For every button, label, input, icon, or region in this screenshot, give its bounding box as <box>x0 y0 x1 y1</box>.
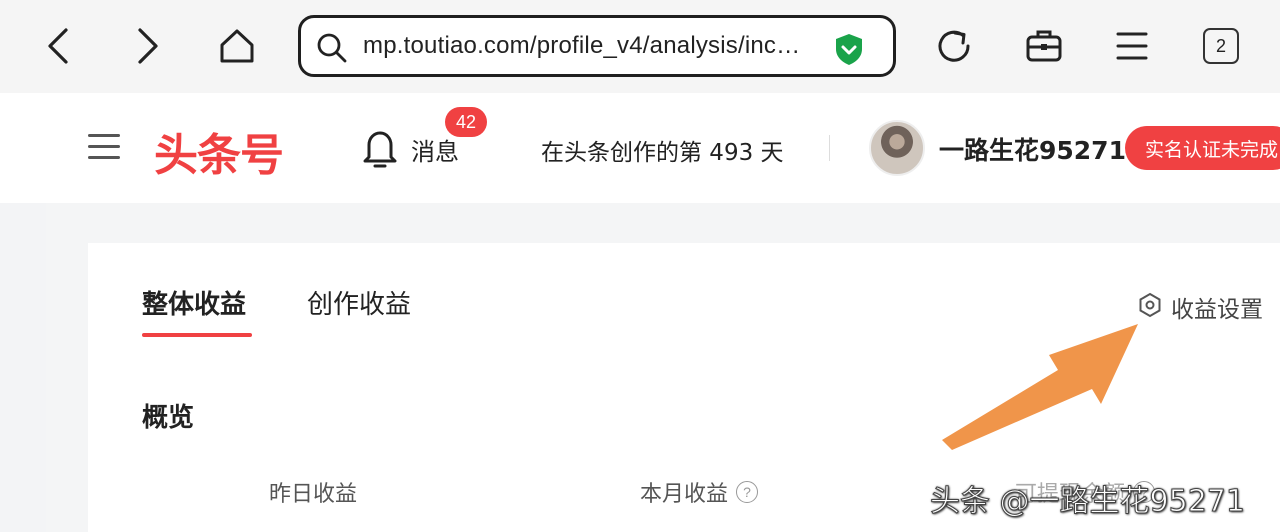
forward-icon[interactable] <box>124 22 172 70</box>
income-settings-button[interactable]: 收益设置 <box>1137 290 1263 324</box>
back-icon[interactable] <box>34 22 82 70</box>
tabs-icon[interactable]: 2 <box>1203 28 1239 64</box>
metric-label: 本月收益 <box>640 482 729 507</box>
url-text[interactable]: mp.toutiao.com/profile_v4/analysis/inc… <box>363 32 800 60</box>
bell-icon[interactable] <box>361 127 399 173</box>
verification-label: 实名认证未完成 <box>1145 138 1279 161</box>
logo[interactable]: 头条号 <box>154 119 284 183</box>
help-icon[interactable]: ? <box>736 481 759 503</box>
tab-creation-income[interactable]: 创作收益 <box>307 284 411 321</box>
tab-count: 2 <box>1215 35 1226 56</box>
menu-icon[interactable] <box>1108 22 1156 70</box>
metric-label: 昨日收益 <box>269 482 358 507</box>
home-icon[interactable] <box>213 22 261 70</box>
hamburger-menu-icon[interactable] <box>88 133 122 161</box>
avatar[interactable] <box>869 120 925 176</box>
verification-button[interactable]: 实名认证未完成 <box>1125 126 1280 170</box>
secure-shield-icon[interactable] <box>834 32 864 70</box>
active-tab-indicator <box>142 333 252 337</box>
notification-badge: 42 <box>445 107 487 137</box>
messages-label[interactable]: 消息 <box>411 132 459 167</box>
overview-title: 概览 <box>142 403 195 433</box>
tab-overall-income[interactable]: 整体收益 <box>142 284 246 321</box>
creation-days-text: 在头条创作的第 493 天 <box>541 140 784 166</box>
address-bar[interactable]: mp.toutiao.com/profile_v4/analysis/inc… <box>298 15 896 77</box>
reload-icon[interactable] <box>930 22 978 70</box>
toolbox-icon[interactable] <box>1020 22 1068 70</box>
annotation-arrow-icon <box>942 324 1138 450</box>
metric-yesterday: 昨日收益 <box>269 476 357 508</box>
search-icon <box>315 31 349 69</box>
app-header: 头条号 消息 42 在头条创作的第 493 天 一路生花95271 实名认证未完… <box>0 93 1280 203</box>
divider <box>829 135 830 161</box>
metric-this-month: 本月收益 ? <box>640 476 759 508</box>
browser-toolbar: mp.toutiao.com/profile_v4/analysis/inc… … <box>0 0 1280 93</box>
watermark: 头条 @一路生花95271 <box>930 484 1246 520</box>
settings-label: 收益设置 <box>1171 297 1263 323</box>
username[interactable]: 一路生花95271 <box>939 131 1126 167</box>
